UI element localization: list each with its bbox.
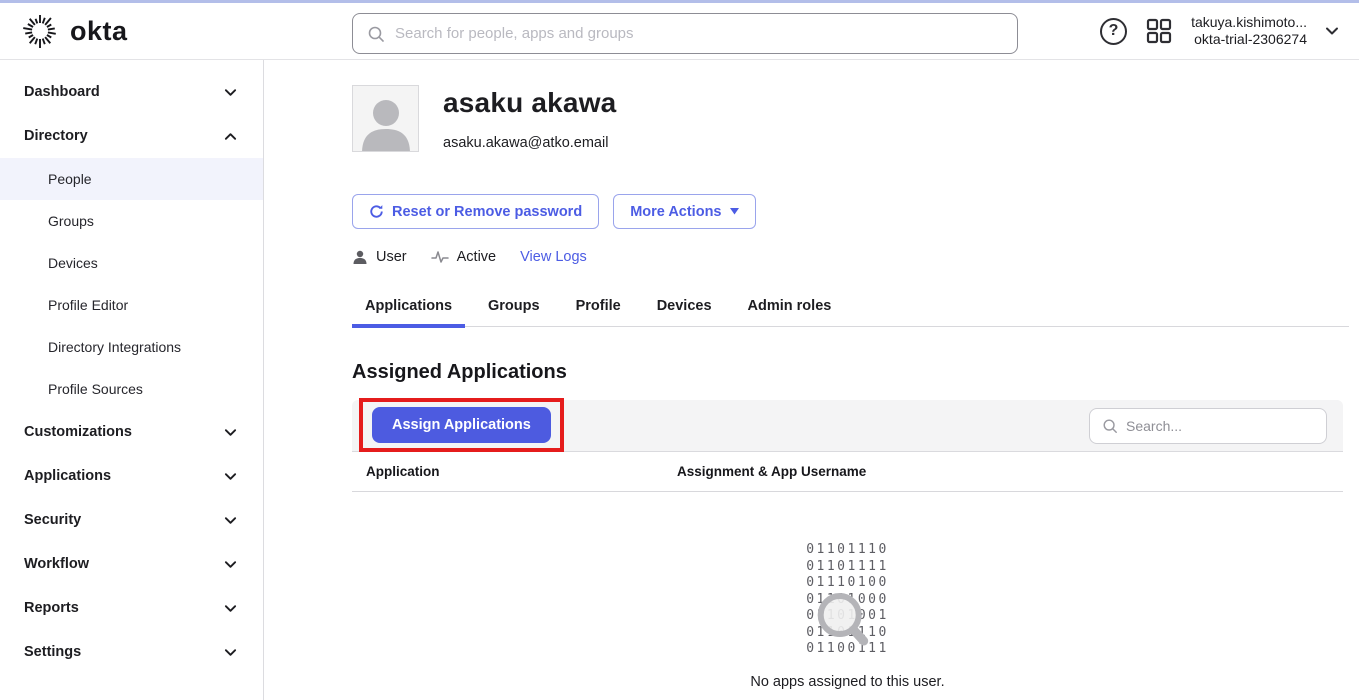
sidebar-item-directory-integrations[interactable]: Directory Integrations [0,326,263,368]
global-search[interactable] [352,13,1018,54]
chevron-down-icon [224,646,237,659]
account-org: okta-trial-2306274 [1191,31,1307,48]
caret-down-icon [730,208,739,215]
applications-table-header: Application Assignment & App Username [352,451,1343,492]
chevron-down-icon [224,602,237,615]
sidebar-item-settings[interactable]: Settings [0,630,263,674]
account-username: takuya.kishimoto... [1191,14,1307,31]
tab-groups[interactable]: Groups [475,298,553,326]
chevron-down-icon [224,470,237,483]
okta-logo-icon [22,13,58,49]
global-search-input[interactable] [395,25,1003,42]
applications-search[interactable] [1089,408,1327,444]
sidebar-item-applications[interactable]: Applications [0,454,263,498]
okta-wordmark: okta [70,16,128,47]
user-status: Active [431,249,497,265]
section-title: Assigned Applications [352,361,1343,384]
activity-pulse-icon [431,250,449,264]
search-icon [1102,418,1118,434]
chevron-up-icon [224,130,237,143]
assign-applications-button[interactable]: Assign Applications [372,407,551,443]
avatar [352,85,419,152]
tab-applications[interactable]: Applications [352,298,465,326]
sidebar-item-profile-sources[interactable]: Profile Sources [0,368,263,410]
main-content: asaku akawa asaku.akawa@atko.email Reset… [264,60,1359,700]
sidebar-item-directory[interactable]: Directory [0,114,263,158]
sidebar-item-devices[interactable]: Devices [0,242,263,284]
okta-logo[interactable]: okta [22,13,352,49]
user-tabs: Applications Groups Profile Devices Admi… [352,298,1349,327]
column-header-application: Application [352,464,677,479]
sidebar-nav: Dashboard Directory People Groups Device… [0,60,264,700]
applications-toolbar: Assign Applications [352,400,1343,451]
search-icon [367,25,385,43]
account-menu[interactable]: takuya.kishimoto... okta-trial-2306274 [1191,14,1307,48]
reset-icon [369,204,384,219]
user-email: asaku.akawa@atko.email [443,135,616,151]
reset-or-remove-password-button[interactable]: Reset or Remove password [352,194,599,229]
sidebar-item-security[interactable]: Security [0,498,263,542]
empty-state: 01101110 01101111 01110100 01101000 0110… [352,542,1343,690]
account-chevron-down-icon[interactable] [1325,24,1339,38]
chevron-down-icon [224,558,237,571]
tab-devices[interactable]: Devices [644,298,725,326]
sidebar-item-customizations[interactable]: Customizations [0,410,263,454]
sidebar-item-people[interactable]: People [0,158,263,200]
user-type: User [352,249,407,265]
help-icon[interactable]: ? [1100,18,1127,45]
chevron-down-icon [224,514,237,527]
sidebar-item-workflow[interactable]: Workflow [0,542,263,586]
empty-state-message: No apps assigned to this user. [352,674,1343,690]
person-silhouette-icon [358,91,414,151]
sidebar-item-dashboard[interactable]: Dashboard [0,70,263,114]
page-title-user-name: asaku akawa [443,87,616,119]
column-header-assignment: Assignment & App Username [677,464,866,479]
view-logs-link[interactable]: View Logs [520,249,587,265]
applications-search-input[interactable] [1126,418,1314,434]
magnifier-empty-icon [811,589,877,659]
chevron-down-icon [224,426,237,439]
binary-art: 01101110 01101111 01110100 01101000 0110… [806,542,889,658]
more-actions-button[interactable]: More Actions [613,194,755,229]
annotation-red-box: Assign Applications [359,398,564,452]
tab-admin-roles[interactable]: Admin roles [735,298,845,326]
apps-grid-icon[interactable] [1145,17,1173,45]
tab-profile[interactable]: Profile [563,298,634,326]
sidebar-item-reports[interactable]: Reports [0,586,263,630]
chevron-down-icon [224,86,237,99]
global-header: okta ? takuya.kishimoto... okta-trial-23… [0,3,1359,60]
user-icon [352,249,368,265]
sidebar-item-groups[interactable]: Groups [0,200,263,242]
sidebar-item-profile-editor[interactable]: Profile Editor [0,284,263,326]
